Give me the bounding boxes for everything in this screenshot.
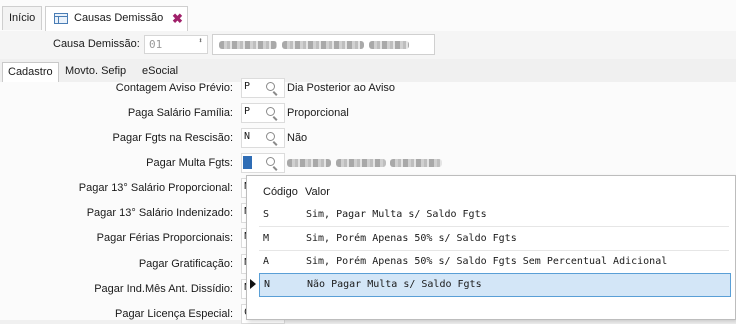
causa-description-field[interactable]: [212, 34, 435, 55]
search-icon[interactable]: [266, 107, 275, 116]
column-header-valor: Valor: [305, 186, 330, 198]
tab-strip: Início Causas Demissão ✖: [0, 0, 736, 32]
text-cursor-selection: [243, 156, 252, 169]
inner-tabs: Cadastro Movto. Sefip eSocial: [0, 62, 736, 83]
search-icon[interactable]: [266, 82, 275, 91]
field-label: Pagar Fgts na Rescisão:: [112, 132, 233, 144]
tab-movto-sefip[interactable]: Movto. Sefip: [60, 62, 131, 81]
causa-demissao-label: Causa Demissão:: [53, 38, 140, 50]
tab-esocial[interactable]: eSocial: [137, 62, 183, 81]
tab-cadastro[interactable]: Cadastro: [2, 62, 59, 83]
field-description: Proporcional: [287, 107, 349, 119]
field-label: Pagar 13° Salário Indenizado:: [86, 207, 233, 219]
search-icon[interactable]: [266, 157, 275, 166]
pagar-fgts-rescisao-code[interactable]: N: [241, 128, 285, 148]
redacted-text: [219, 41, 277, 49]
option-value: Não Pagar Multa s/ Saldo Fgts: [307, 279, 482, 290]
field-label: Pagar Multa Fgts:: [146, 157, 233, 169]
record-header: Causa Demissão: 01 ⬍: [0, 31, 736, 59]
field-label: Pagar Férias Proporcionais:: [96, 232, 233, 244]
field-label: Paga Salário Família:: [127, 107, 233, 119]
causa-code-field[interactable]: 01 ⬍: [144, 35, 208, 54]
redacted-text: [287, 159, 331, 167]
tab-inicio[interactable]: Início: [2, 6, 42, 30]
field-label: Contagem Aviso Prévio:: [115, 82, 233, 94]
code-value: P: [244, 106, 251, 117]
paga-salario-familia-code[interactable]: P: [241, 103, 285, 123]
dropdown-option[interactable]: A Sim, Porém Apenas 50% s/ Saldo Fgts Se…: [259, 251, 729, 274]
option-value: Sim, Porém Apenas 50% s/ Saldo Fgts: [306, 233, 517, 244]
code-value: P: [244, 81, 251, 92]
tab-label: Início: [9, 12, 36, 24]
field-label: Pagar Gratificação:: [138, 258, 233, 270]
dropdown-option-selected[interactable]: N Não Pagar Multa s/ Saldo Fgts: [259, 273, 731, 297]
search-icon[interactable]: [266, 132, 275, 141]
contagem-aviso-prévio-code[interactable]: P: [241, 78, 285, 98]
redacted-text: [282, 41, 364, 49]
table-icon: [54, 13, 68, 24]
option-code: N: [264, 279, 271, 290]
option-code: M: [263, 233, 270, 244]
field-label: Pagar Licença Especial:: [114, 308, 233, 320]
field-label: Pagar Ind.Mês Ant. Dissídio:: [94, 283, 233, 295]
column-header-codigo: Código: [263, 186, 298, 198]
field-description: Não: [287, 132, 308, 144]
code-value: N: [244, 131, 251, 142]
option-code: A: [263, 256, 270, 267]
close-icon[interactable]: ✖: [172, 7, 183, 30]
spinner-arrows-icon[interactable]: ⬍: [198, 37, 203, 45]
lookup-dropdown: Código Valor S Sim, Pagar Multa s/ Saldo…: [246, 175, 736, 320]
option-value: Sim, Pagar Multa s/ Saldo Fgts: [306, 209, 487, 220]
dropdown-option[interactable]: M Sim, Porém Apenas 50% s/ Saldo Fgts: [259, 228, 729, 251]
tab-label: Causas Demissão: [74, 12, 164, 24]
redacted-text: [390, 159, 442, 167]
causa-code-value: 01: [149, 38, 163, 51]
pagar-multa-fgts-code[interactable]: [241, 153, 285, 173]
field-label: Pagar 13° Salário Proporcional:: [78, 182, 233, 194]
dropdown-option[interactable]: S Sim, Pagar Multa s/ Saldo Fgts: [259, 204, 729, 227]
redacted-text: [336, 159, 386, 167]
dropdown-header: Código Valor: [247, 176, 735, 206]
row-pointer-icon: [250, 279, 256, 289]
tab-causas-demissao[interactable]: Causas Demissão ✖: [45, 6, 188, 31]
option-value: Sim, Porém Apenas 50% s/ Saldo Fgts Sem …: [306, 256, 668, 267]
redacted-text: [369, 41, 409, 49]
option-code: S: [263, 209, 270, 220]
field-description: Dia Posterior ao Aviso: [287, 82, 396, 94]
